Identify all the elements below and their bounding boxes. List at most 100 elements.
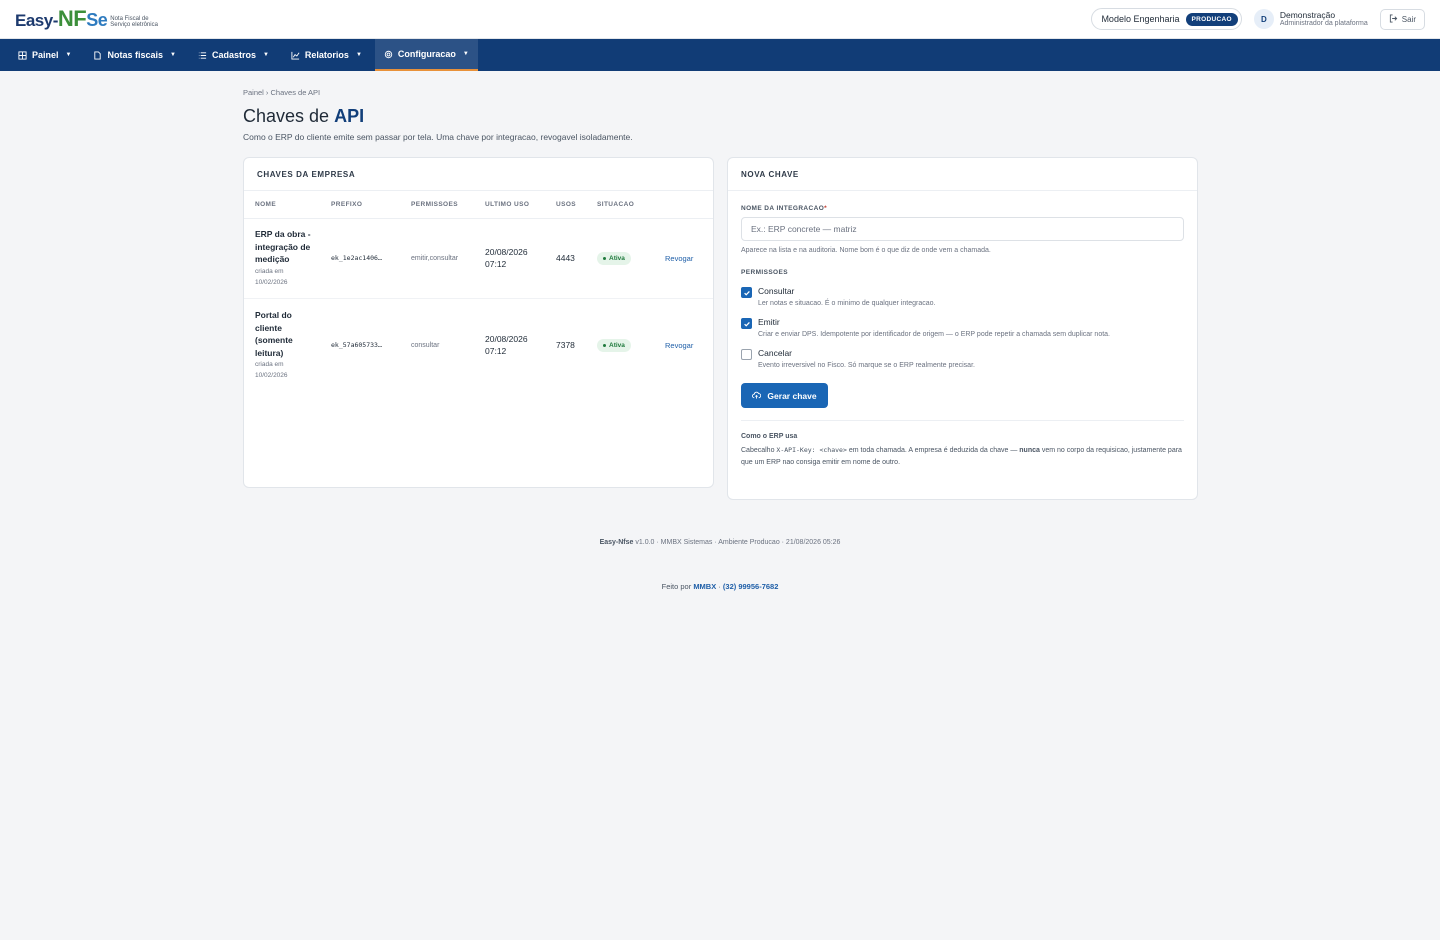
permission-consultar[interactable]: Consultar Ler notas e situacao. É o mini… — [741, 286, 1184, 307]
revoke-button[interactable]: Revogar — [665, 341, 693, 350]
logo-tagline: Nota Fiscal de Serviço eletrônica — [110, 16, 158, 28]
document-icon — [94, 50, 102, 60]
nav-item-relatorios[interactable]: Relatorios ▼ — [282, 39, 371, 71]
status-label: Ativa — [609, 341, 625, 349]
breadcrumb[interactable]: Painel › Chaves de API — [243, 88, 1198, 97]
nav-label: Notas fiscais — [107, 50, 163, 60]
name-field-hint: Aparece na lista e na auditoria. Nome bo… — [741, 247, 991, 254]
key-last-use: 20/08/2026 07:12 — [485, 334, 528, 357]
divider — [741, 420, 1184, 421]
check-icon — [743, 321, 750, 327]
chevron-down-icon: ▼ — [65, 52, 72, 58]
logo-text-se: Se — [86, 10, 108, 30]
company-link[interactable]: MMBX — [693, 582, 716, 591]
required-marker: * — [824, 205, 828, 212]
generate-key-label: Gerar chave — [767, 390, 817, 401]
chevron-down-icon: ▼ — [462, 51, 469, 57]
page-subtitle: Como o ERP do cliente emite sem passar p… — [243, 132, 633, 142]
nav-item-cadastros[interactable]: Cadastros ▼ — [189, 39, 278, 71]
permission-emitir[interactable]: Emitir Criar e enviar DPS. Idempotente p… — [741, 317, 1184, 338]
logo-text-easy: Easy- — [15, 11, 58, 30]
checkbox-cancelar[interactable] — [741, 349, 752, 360]
logo-text-nf: NF — [57, 6, 87, 31]
keys-card-title: CHAVES DA EMPRESA — [244, 158, 713, 191]
nav-item-notas-fiscais[interactable]: Notas fiscais ▼ — [84, 39, 184, 71]
input-placeholder: Ex.: ERP concrete — matriz — [751, 224, 857, 234]
integration-name-input[interactable]: Ex.: ERP concrete — matriz — [741, 217, 1184, 241]
permission-desc: Criar e enviar DPS. Idempotente por iden… — [758, 331, 1110, 338]
main-nav: Painel ▼ Notas fiscais ▼ Cadastros ▼ Relato… — [0, 39, 1440, 71]
key-uses: 7378 — [556, 340, 575, 351]
user-menu[interactable]: D Demonstração Administrador da platafor… — [1253, 9, 1368, 29]
gear-icon — [384, 50, 393, 58]
status-badge: Ativa — [597, 338, 631, 352]
list-icon — [198, 51, 207, 59]
company-selector[interactable]: Modelo Engenharia PRODUCAO — [1091, 8, 1242, 30]
revoke-button[interactable]: Revogar — [665, 254, 693, 263]
user-name: Demonstração — [1279, 10, 1336, 20]
nav-label: Configuracao — [397, 49, 456, 59]
dashboard-icon — [18, 50, 27, 60]
logout-icon — [1389, 13, 1398, 25]
chevron-down-icon: ▼ — [170, 52, 176, 58]
name-field-label: NOME DA INTEGRACAO* — [741, 205, 828, 212]
new-key-card-title: NOVA CHAVE — [728, 158, 1197, 191]
col-nome: NOME — [244, 191, 320, 219]
permission-cancelar[interactable]: Cancelar Evento irreversivel no Fisco. S… — [741, 348, 1184, 369]
permission-title: Emitir — [758, 317, 780, 327]
page-title-highlight: API — [334, 106, 365, 126]
checkbox-consultar[interactable] — [741, 287, 752, 298]
chevron-down-icon: ▼ — [355, 52, 362, 58]
col-usos: USOS — [545, 191, 586, 219]
logo[interactable]: Easy-NFSe Nota Fiscal de Serviço eletrôn… — [15, 8, 160, 30]
new-key-card: NOVA CHAVE NOME DA INTEGRACAO* Ex.: ERP … — [727, 157, 1198, 500]
keys-table: NOME PREFIXO PERMISSOES ULTIMO USO USOS … — [244, 191, 713, 392]
top-header: Easy-NFSe Nota Fiscal de Serviço eletrôn… — [0, 0, 1440, 39]
key-prefix: ek_1e2ac1406… — [320, 218, 400, 299]
key-name: Portal do cliente (somente leitura) — [255, 310, 293, 358]
col-situacao: SITUACAO — [586, 191, 654, 219]
chevron-down-icon: ▼ — [262, 52, 269, 58]
check-icon — [743, 290, 750, 296]
nav-label: Painel — [32, 50, 59, 60]
status-dot-icon — [603, 256, 606, 260]
logout-label: Sair — [1401, 14, 1416, 24]
company-name: Modelo Engenharia — [1101, 14, 1180, 24]
chart-icon — [291, 51, 300, 60]
nav-item-painel[interactable]: Painel ▼ — [9, 39, 80, 71]
col-ultimo-uso: ULTIMO USO — [474, 191, 545, 219]
environment-badge: PRODUCAO — [1185, 12, 1238, 26]
permission-desc: Ler notas e situacao. É o minimo de qual… — [758, 300, 936, 307]
status-badge: Ativa — [597, 251, 631, 265]
status-label: Ativa — [609, 254, 625, 262]
table-header-row: NOME PREFIXO PERMISSOES ULTIMO USO USOS … — [244, 191, 713, 219]
page-title: Chaves de API — [243, 106, 1198, 127]
col-permissoes: PERMISSOES — [400, 191, 474, 219]
logout-button[interactable]: Sair — [1379, 8, 1425, 30]
key-uses: 4443 — [545, 218, 586, 299]
key-last-use: 20/08/2026 07:12 — [485, 247, 528, 269]
key-created: criada em 10/02/2026 — [255, 361, 288, 380]
permission-title: Cancelar — [758, 348, 793, 358]
table-row: Portal do cliente (somente leitura) cria… — [244, 298, 713, 392]
nav-label: Relatorios — [304, 50, 349, 60]
status-dot-icon — [603, 343, 606, 347]
erp-usage-text: Cabecalho X-API-Key: <chave> em toda cha… — [741, 446, 1182, 466]
permission-title: Consultar — [758, 286, 795, 296]
footer-app-name: Easy-Nfse — [599, 539, 634, 546]
col-prefixo: PREFIXO — [320, 191, 400, 219]
col-actions — [654, 191, 713, 219]
key-prefix: ek_57a605733… — [331, 341, 382, 350]
nav-item-configuracao[interactable]: Configuracao ▼ — [374, 39, 478, 71]
user-role: Administrador da plataforma — [1279, 20, 1368, 27]
key-name: ERP da obra - integração de medição — [255, 229, 311, 265]
permissions-label: PERMISSOES — [741, 269, 788, 276]
cloud-upload-icon — [752, 391, 762, 399]
nav-label: Cadastros — [211, 50, 256, 60]
generate-key-button[interactable]: Gerar chave — [741, 383, 828, 408]
phone-link[interactable]: (32) 99956-7682 — [723, 582, 778, 591]
checkbox-emitir[interactable] — [741, 318, 752, 329]
key-permissions: emitir,consultar — [400, 218, 474, 299]
table-row: ERP da obra - integração de medição cria… — [244, 218, 713, 299]
page-title-prefix: Chaves de — [243, 106, 330, 126]
